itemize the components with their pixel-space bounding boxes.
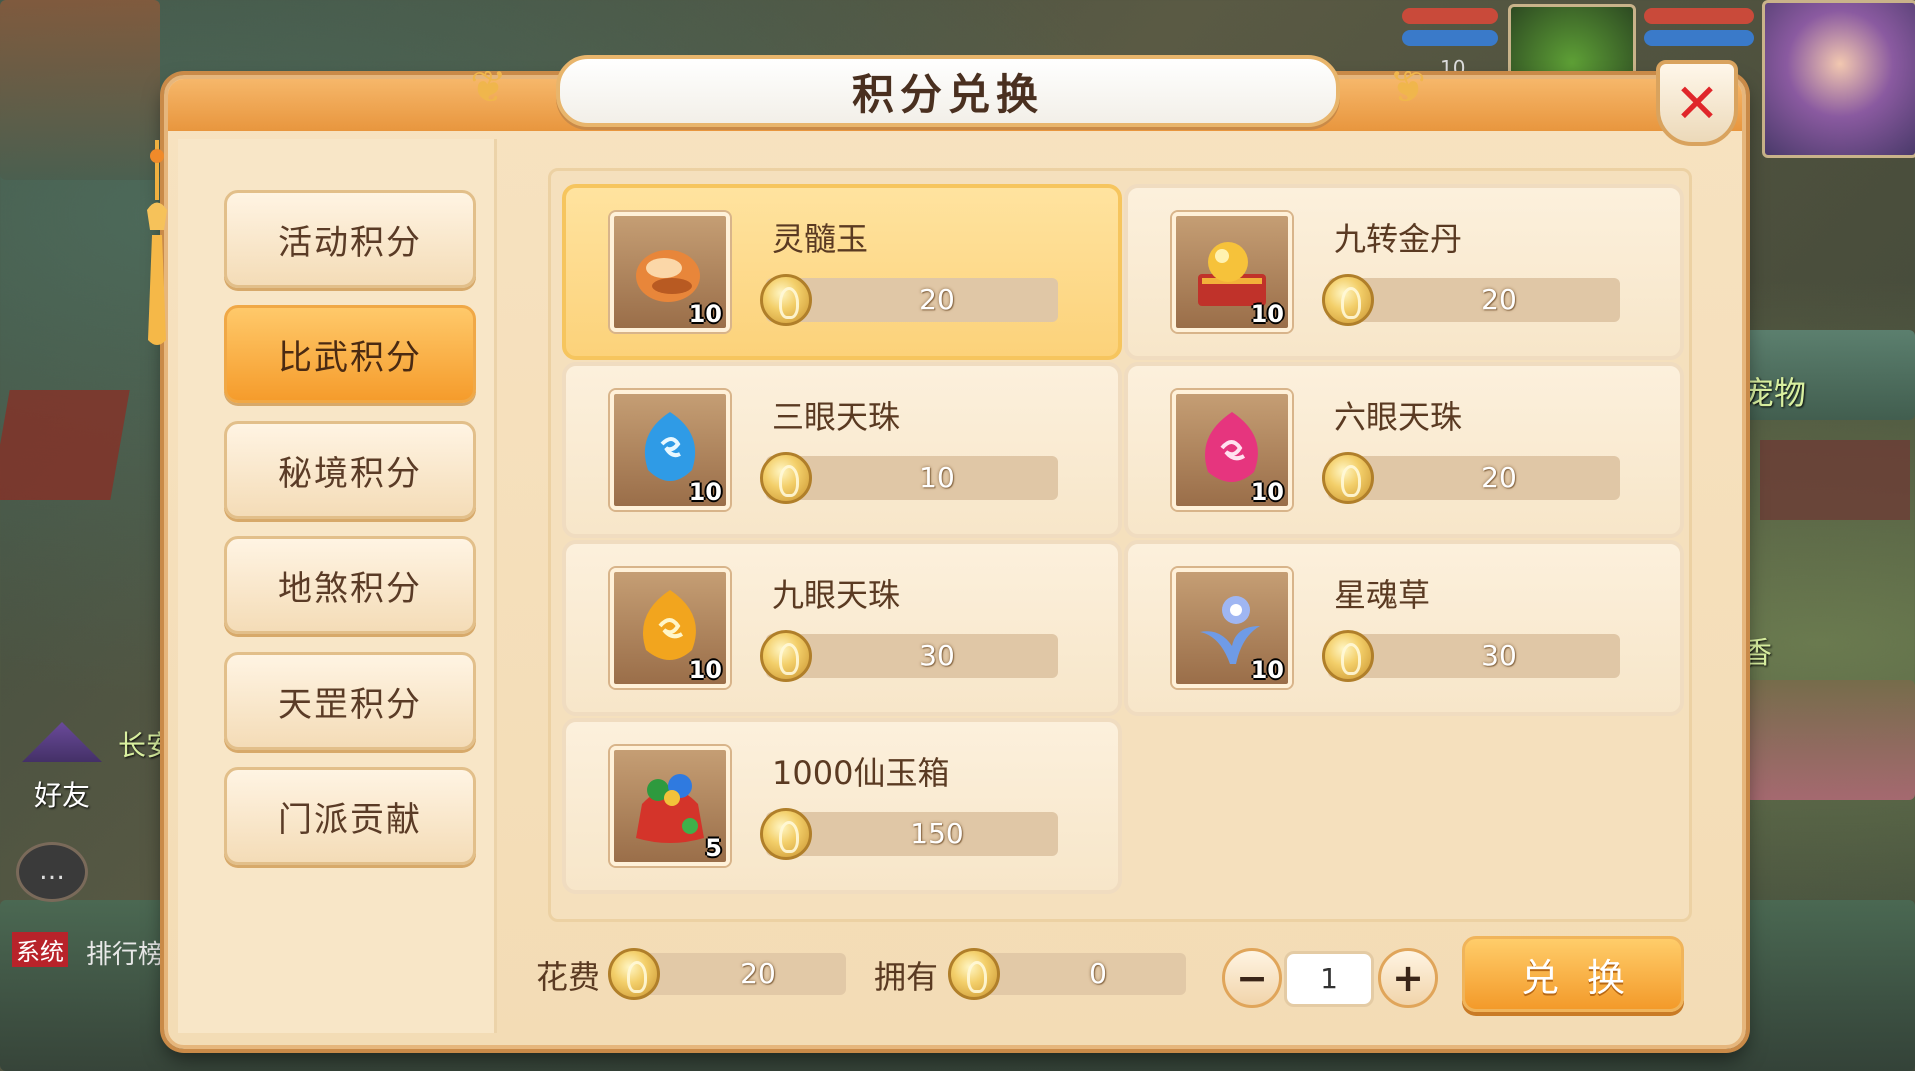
item-icon-frame: 10 [610, 568, 730, 688]
point-coin-icon [1322, 274, 1374, 326]
item-count: 10 [688, 478, 722, 506]
quantity-input[interactable]: 1 [1284, 951, 1374, 1007]
minus-icon: − [1236, 956, 1268, 1000]
close-icon: ✕ [1674, 71, 1720, 135]
item-name: 九转金丹 [1334, 220, 1463, 258]
owned-value: 0 [1089, 957, 1107, 990]
shop-item[interactable]: 10 灵髓玉 20 [562, 184, 1122, 360]
point-coin-icon [1322, 452, 1374, 504]
fragrance-label: 香 [1742, 636, 1772, 671]
cost-coin-icon [608, 948, 660, 1000]
item-icon-frame: 5 [610, 746, 730, 866]
shop-item[interactable]: 10 三眼天珠 10 [562, 362, 1122, 538]
exchange-label: 兑换 [1520, 955, 1653, 1000]
item-name: 星魂草 [1334, 576, 1431, 614]
item-price: 20 [919, 283, 955, 316]
point-coin-icon [760, 274, 812, 326]
item-name: 1000仙玉箱 [772, 754, 950, 792]
item-count: 10 [1250, 478, 1284, 506]
player-avatar[interactable] [1762, 0, 1915, 158]
pet-label[interactable]: 宠物 [1742, 368, 1806, 414]
rank-link[interactable]: 排行榜 [86, 934, 164, 971]
shop-item[interactable]: 5 1000仙玉箱 150 [562, 718, 1122, 894]
title-plaque: 积分兑换 [556, 55, 1340, 127]
item-icon-frame: 10 [1172, 212, 1292, 332]
tab-label: 门派贡献 [278, 799, 422, 840]
owned-bar: 0 [970, 953, 1186, 995]
dialog-title: 积分兑换 [851, 69, 1044, 119]
title-swirl-left-icon: ❦ [470, 62, 507, 113]
item-count: 10 [1250, 656, 1284, 684]
exchange-button[interactable]: 兑换 [1462, 936, 1684, 1012]
bg-building [0, 0, 160, 180]
shop-item[interactable]: 10 九眼天珠 30 [562, 540, 1122, 716]
item-icon-frame: 10 [1172, 568, 1292, 688]
item-count: 10 [688, 656, 722, 684]
point-coin-icon [1322, 630, 1374, 682]
item-icon-frame: 10 [1172, 390, 1292, 510]
tab-earth-fiend-points[interactable]: 地煞积分 [224, 536, 476, 634]
hp-bar [1402, 8, 1498, 24]
item-price: 30 [919, 639, 955, 672]
owned-label: 拥有 [874, 958, 939, 996]
friend-hat-icon[interactable] [22, 722, 102, 762]
tab-label: 比武积分 [278, 337, 422, 378]
item-icon-frame: 10 [610, 390, 730, 510]
bg-garden [1745, 680, 1915, 800]
shop-item[interactable]: 10 九转金丹 20 [1124, 184, 1684, 360]
shop-item[interactable]: 10 星魂草 30 [1124, 540, 1684, 716]
tab-label: 地煞积分 [278, 568, 422, 609]
tassel-ornament-icon [147, 140, 167, 345]
plus-icon: + [1392, 956, 1424, 1000]
item-count: 10 [1250, 300, 1284, 328]
mp-bar [1402, 30, 1498, 46]
cost-value: 20 [740, 957, 776, 990]
chat-icon[interactable]: … [16, 842, 88, 902]
item-price: 20 [1481, 283, 1517, 316]
tab-secret-realm-points[interactable]: 秘境积分 [224, 421, 476, 519]
point-coin-icon [760, 808, 812, 860]
friend-label[interactable]: 好友 [34, 774, 90, 814]
item-price: 150 [910, 817, 964, 850]
item-name: 六眼天珠 [1334, 398, 1463, 436]
player-mp-bar [1644, 30, 1754, 46]
tab-arena-points[interactable]: 比武积分 [224, 305, 476, 403]
cost-bar: 20 [630, 953, 846, 995]
tab-label: 天罡积分 [278, 684, 422, 725]
title-swirl-right-icon: ❦ [1389, 62, 1426, 113]
system-tag: 系统 [12, 932, 68, 967]
decrease-quantity-button[interactable]: − [1222, 948, 1282, 1008]
bg-stall [1760, 440, 1910, 520]
jade-bag-icon [636, 774, 704, 843]
item-name: 灵髓玉 [772, 220, 869, 258]
item-icon-frame: 10 [610, 212, 730, 332]
item-price: 30 [1481, 639, 1517, 672]
owned-coin-icon [948, 948, 1000, 1000]
tab-label: 活动积分 [278, 222, 422, 263]
shop-item[interactable]: 10 六眼天珠 20 [1124, 362, 1684, 538]
item-name: 九眼天珠 [772, 576, 901, 614]
tab-activity-points[interactable]: 活动积分 [224, 190, 476, 288]
player-hp-bar [1644, 8, 1754, 24]
item-price: 20 [1481, 461, 1517, 494]
increase-quantity-button[interactable]: + [1378, 948, 1438, 1008]
item-count: 5 [705, 834, 722, 862]
cost-label: 花费 [536, 958, 601, 996]
tab-label: 秘境积分 [278, 453, 422, 494]
point-coin-icon [760, 452, 812, 504]
point-coin-icon [760, 630, 812, 682]
bg-banner [0, 390, 130, 500]
item-price: 10 [919, 461, 955, 494]
close-button[interactable]: ✕ [1656, 60, 1738, 146]
item-name: 三眼天珠 [772, 398, 901, 436]
tab-sect-contribution[interactable]: 门派贡献 [224, 767, 476, 865]
item-count: 10 [688, 300, 722, 328]
tab-heaven-star-points[interactable]: 天罡积分 [224, 652, 476, 750]
